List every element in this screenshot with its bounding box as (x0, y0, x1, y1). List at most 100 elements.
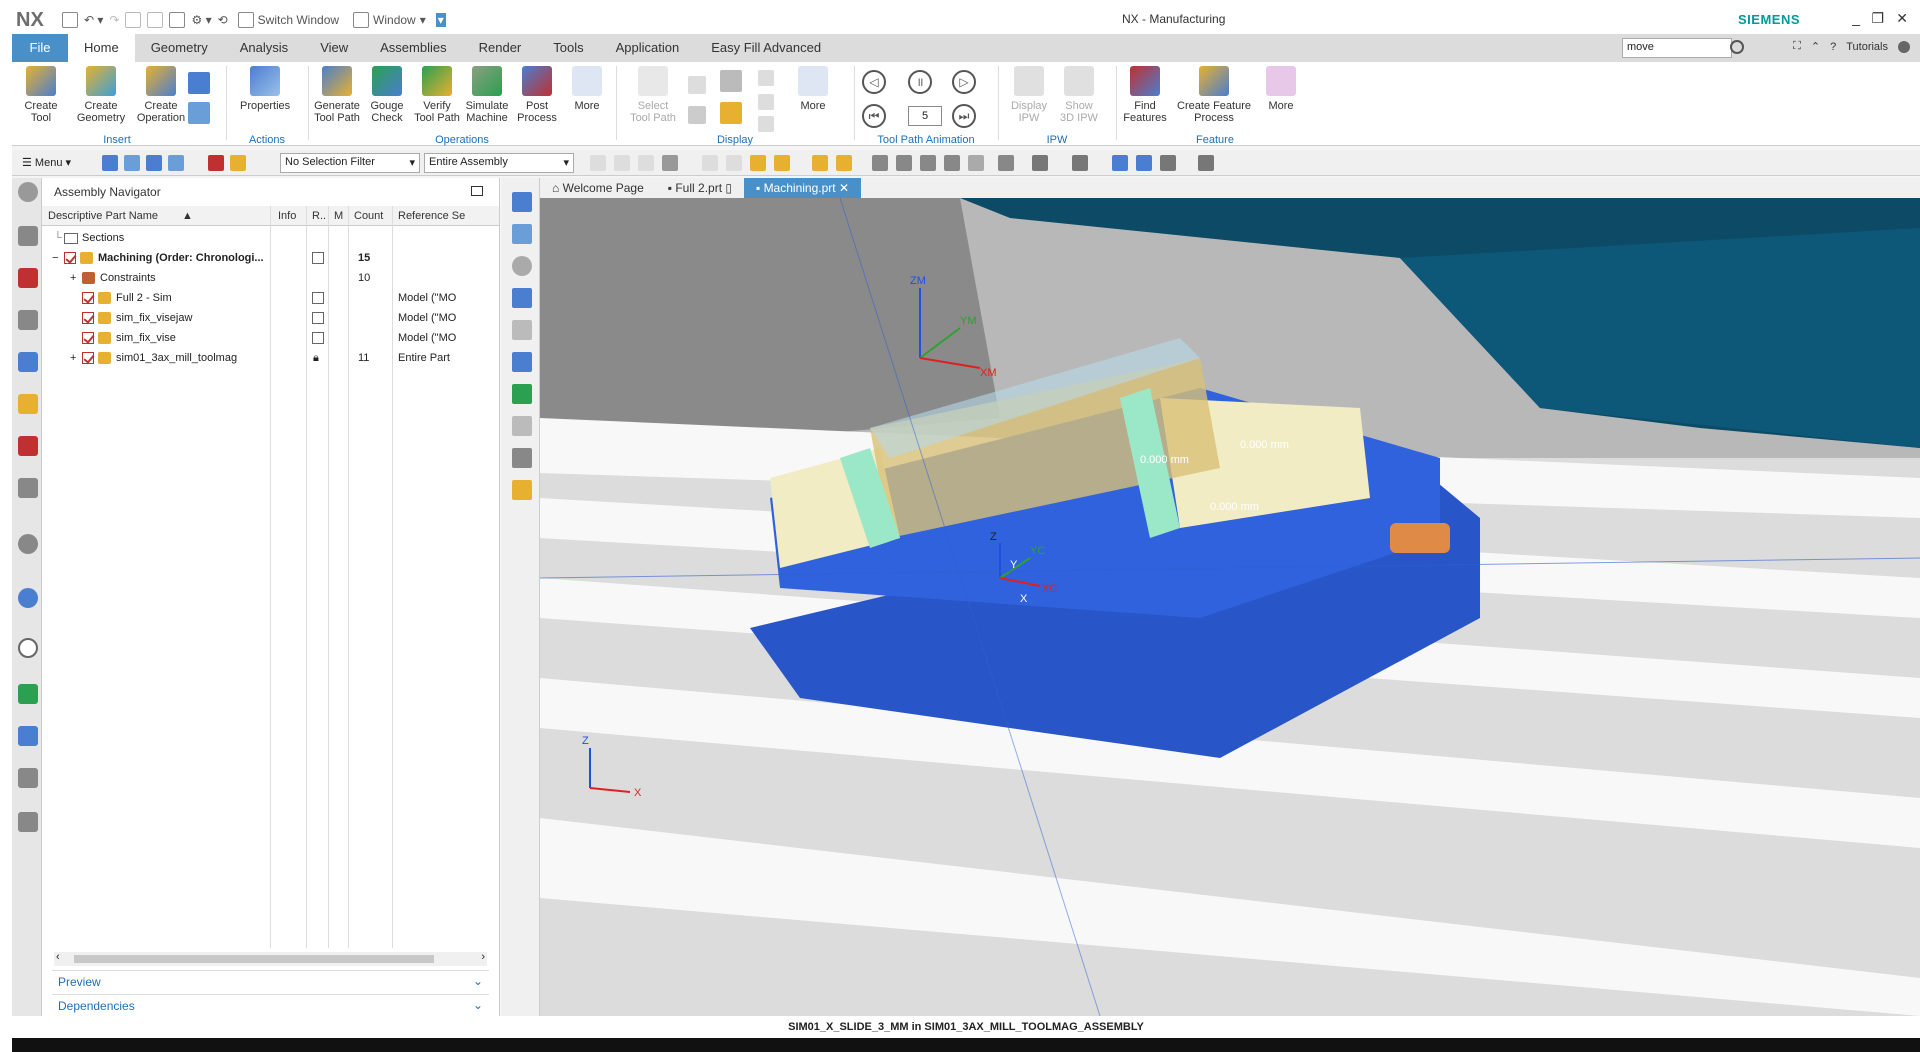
move-icon[interactable] (758, 94, 774, 110)
filter-icon[interactable] (720, 70, 742, 92)
select-tool-path-button[interactable]: Select Tool Path (628, 66, 678, 124)
hd3d-tools-icon[interactable] (18, 534, 38, 554)
gouge-check-button[interactable]: Gouge Check (362, 66, 412, 124)
verify-tool-path-button[interactable]: Verify Tool Path (412, 66, 462, 124)
tutorials-link[interactable]: Tutorials (1846, 41, 1888, 53)
tab-easy-fill-advanced[interactable]: Easy Fill Advanced (695, 34, 837, 62)
tab-file[interactable]: File (12, 34, 68, 62)
collapse-icon[interactable]: − (52, 252, 58, 264)
snap-point-icon[interactable] (638, 155, 654, 171)
window-button[interactable]: Window ▾ (349, 10, 430, 30)
column-modified[interactable]: M (334, 210, 343, 222)
move-down-icon[interactable] (758, 116, 774, 132)
reuse-library-icon[interactable] (18, 478, 38, 498)
snap-point-icon[interactable] (812, 155, 828, 171)
repeat-command-icon[interactable]: ⟲ (218, 13, 228, 27)
snap-point-icon[interactable] (836, 155, 852, 171)
find-features-button[interactable]: Find Features (1120, 66, 1170, 124)
view-icon[interactable] (920, 155, 936, 171)
feature-more-button[interactable]: More (1256, 66, 1306, 112)
tree-row-sim-fix-vise[interactable]: sim_fix_vise Model ("MO (42, 328, 499, 348)
graphics-viewport[interactable]: ZM YM XM Z YC XC Y X 0.000 mm 0.000 mm 0… (540, 198, 1920, 1016)
display-option-icon[interactable] (688, 76, 706, 94)
brush-icon[interactable] (512, 480, 532, 500)
system-materials-icon[interactable] (18, 812, 38, 832)
horizontal-scrollbar[interactable]: ‹ › (54, 951, 487, 966)
tab-welcome-page[interactable]: ⌂ Welcome Page (540, 178, 656, 198)
dependencies-panel[interactable]: Dependencies ⌄ (52, 994, 489, 1016)
render-style-icon[interactable] (1032, 155, 1048, 171)
selection-scope-select[interactable]: Entire Assembly ▾ (424, 153, 574, 173)
select-icon[interactable] (208, 155, 224, 171)
tree-row-sim01-3ax-mill-toolmag[interactable]: + sim01_3ax_mill_toolmag 🔒︎ 11 Entire Pa… (42, 348, 499, 368)
render-style-icon[interactable] (1072, 155, 1088, 171)
command-finder-input[interactable]: move (1622, 38, 1732, 58)
view-icon[interactable] (968, 155, 984, 171)
fast-forward-button[interactable]: ⏭ (952, 104, 976, 128)
tree-row-sim-fix-visejaw[interactable]: sim_fix_visejaw Model ("MO (42, 308, 499, 328)
render-style-icon[interactable] (1112, 155, 1128, 171)
hide-icon[interactable] (512, 256, 532, 276)
snap-icon[interactable] (168, 155, 184, 171)
create-geometry-button[interactable]: Create Geometry (76, 66, 126, 124)
rewind-button[interactable]: ⏮ (862, 104, 886, 128)
create-tool-button[interactable]: Create Tool (16, 66, 66, 124)
switch-window-button[interactable]: Switch Window (234, 10, 343, 30)
machine-tool-navigator-icon[interactable] (18, 394, 38, 414)
close-button[interactable]: ✕ (1896, 10, 1908, 27)
render-style-icon[interactable] (1160, 155, 1176, 171)
snap-point-icon[interactable] (614, 155, 630, 171)
checkbox[interactable] (64, 252, 76, 264)
tree-row-constraints[interactable]: + Constraints 10 (42, 268, 499, 288)
column-reference-set[interactable]: Reference Se (398, 210, 465, 222)
paste-icon[interactable] (147, 12, 164, 28)
create-feature-process-button[interactable]: Create Feature Process (1174, 66, 1254, 124)
view-icon[interactable] (896, 155, 912, 171)
tab-full-2-prt[interactable]: ▪ Full 2.prt ▯ (656, 178, 744, 198)
tool-icon[interactable] (512, 224, 532, 244)
snap-point-icon[interactable] (750, 155, 766, 171)
move-up-icon[interactable] (758, 70, 774, 86)
snap-point-icon[interactable] (726, 155, 742, 171)
snap-icon[interactable] (146, 155, 162, 171)
pause-button[interactable]: ॥ (908, 70, 932, 94)
snap-point-icon[interactable] (702, 155, 718, 171)
render-style-icon[interactable] (1136, 155, 1152, 171)
tab-home[interactable]: Home (68, 34, 135, 62)
column-descriptive-part-name[interactable]: Descriptive Part Name (48, 210, 158, 222)
column-read-only[interactable]: R.. (312, 210, 326, 222)
properties-button[interactable]: Properties (240, 66, 290, 112)
scroll-right-icon[interactable]: › (481, 951, 485, 963)
tool-icon[interactable] (512, 192, 532, 212)
scroll-left-icon[interactable]: ‹ (56, 951, 60, 963)
select-icon[interactable] (230, 155, 246, 171)
maximize-icon[interactable] (471, 186, 483, 196)
collapse-ribbon-icon[interactable]: ⌃ (1811, 40, 1820, 53)
operation-navigator-icon[interactable] (18, 352, 38, 372)
menu-button[interactable]: ☰ Menu ▾ (22, 156, 71, 169)
list-icon[interactable] (720, 102, 742, 124)
assembly-icon[interactable] (169, 12, 186, 28)
tree-row-machining[interactable]: − Machining (Order: Chronologi... 15 (42, 248, 499, 268)
tab-render[interactable]: Render (463, 34, 538, 62)
post-process-button[interactable]: Post Process (512, 66, 562, 124)
copy-icon[interactable] (125, 12, 142, 28)
expand-icon[interactable]: + (70, 272, 76, 284)
help-icon[interactable]: ? (1830, 41, 1836, 53)
tool-icon[interactable] (512, 288, 532, 308)
expand-icon[interactable]: + (70, 352, 76, 364)
tree-row-sections[interactable]: └ Sections (42, 228, 499, 248)
tab-assemblies[interactable]: Assemblies (364, 34, 462, 62)
machining-feature-navigator-icon[interactable] (18, 436, 38, 456)
snap-icon[interactable] (124, 155, 140, 171)
view-icon[interactable] (872, 155, 888, 171)
manufacturing-wizard-icon[interactable] (18, 726, 38, 746)
tab-tools[interactable]: Tools (537, 34, 599, 62)
document-icon[interactable] (512, 320, 532, 340)
checkbox[interactable] (82, 332, 94, 344)
tab-machining-prt[interactable]: ▪ Machining.prt ✕ (743, 178, 862, 198)
fullscreen-icon[interactable]: ⛶ (1793, 40, 1801, 53)
tool-icon[interactable] (512, 352, 532, 372)
generate-tool-path-button[interactable]: Generate Tool Path (312, 66, 362, 124)
scrollbar-thumb[interactable] (74, 955, 434, 963)
